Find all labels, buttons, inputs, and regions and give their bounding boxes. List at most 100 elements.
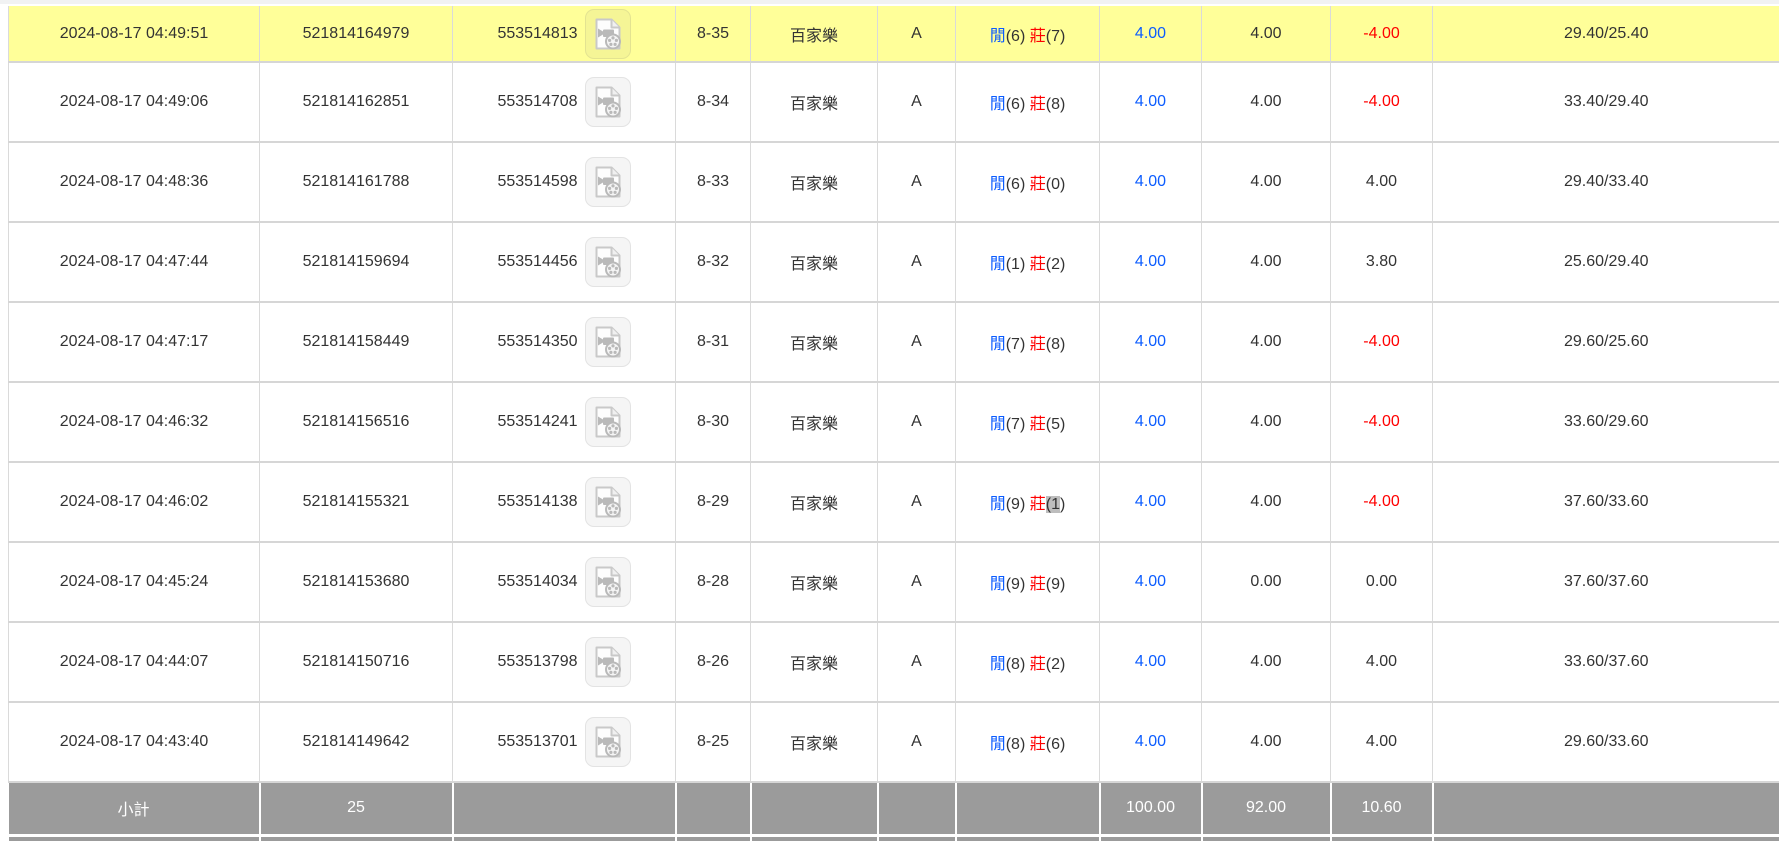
table-no-cell: 8-32 (676, 222, 751, 302)
game-type-cell: 百家樂 (751, 702, 878, 782)
bet-id-cell: 521814156516 (260, 382, 453, 462)
result-cell: A (878, 702, 956, 782)
bet-amount-link[interactable]: 4.00 (1135, 733, 1166, 750)
next-total-row-sliver (9, 835, 1779, 841)
valid-bet-cell: 4.00 (1202, 302, 1331, 382)
win-loss-cell: -4.00 (1331, 382, 1433, 462)
game-id-value: 553514034 (497, 573, 577, 591)
bet-time-cell: 2024-08-17 04:49:06 (9, 62, 260, 142)
subtotal-row: 小計 25 100.00 92.00 10.60 (9, 782, 1779, 835)
video-file-icon (593, 17, 623, 51)
game-id-value: 553514138 (497, 493, 577, 511)
subtotal-empty-cell (1433, 782, 1779, 835)
outcome-cell: 閒(8) 莊(2) (956, 622, 1100, 702)
banker-label: 莊 (1030, 176, 1046, 193)
video-replay-button[interactable] (585, 317, 631, 367)
result-cell: A (878, 542, 956, 622)
win-loss-cell: -4.00 (1331, 62, 1433, 142)
game-id-value: 553513701 (497, 733, 577, 751)
table-row[interactable]: 2024-08-17 04:46:02 521814155321 5535141… (9, 462, 1779, 542)
video-replay-button[interactable] (585, 637, 631, 687)
player-label: 閒 (990, 736, 1006, 753)
bet-amount-link[interactable]: 4.00 (1135, 573, 1166, 590)
win-loss-value: -4.00 (1363, 413, 1399, 430)
outcome-cell: 閒(8) 莊(6) (956, 702, 1100, 782)
win-loss-cell: -4.00 (1331, 6, 1433, 62)
game-id-value: 553514241 (497, 413, 577, 431)
valid-bet-cell: 4.00 (1202, 62, 1331, 142)
table-row[interactable]: 2024-08-17 04:43:40 521814149642 5535137… (9, 702, 1779, 782)
game-type-cell: 百家樂 (751, 62, 878, 142)
subtotal-empty-cell (751, 782, 878, 835)
bet-amount-link[interactable]: 4.00 (1135, 653, 1166, 670)
selected-text: (1 (1046, 496, 1060, 513)
table-no-cell: 8-29 (676, 462, 751, 542)
result-cell: A (878, 6, 956, 62)
video-replay-button[interactable] (585, 237, 631, 287)
valid-bet-cell: 4.00 (1202, 622, 1331, 702)
table-no-cell: 8-26 (676, 622, 751, 702)
bet-amount-link[interactable]: 4.00 (1135, 333, 1166, 350)
bet-time-cell: 2024-08-17 04:47:44 (9, 222, 260, 302)
player-label: 閒 (990, 28, 1006, 45)
video-replay-button[interactable] (585, 77, 631, 127)
balance-cell: 37.60/33.60 (1433, 462, 1779, 542)
table-no-cell: 8-35 (676, 6, 751, 62)
table-row[interactable]: 2024-08-17 04:45:24 521814153680 5535140… (9, 542, 1779, 622)
player-label: 閒 (990, 176, 1006, 193)
bet-amount-cell: 4.00 (1100, 142, 1202, 222)
game-id-value: 553514350 (497, 333, 577, 351)
records-tbody: 2024-08-17 04:49:51 521814164979 5535148… (9, 6, 1779, 782)
table-row[interactable]: 2024-08-17 04:48:36 521814161788 5535145… (9, 142, 1779, 222)
subtotal-label: 小計 (9, 782, 260, 835)
win-loss-value: 4.00 (1366, 653, 1397, 670)
game-type-cell: 百家樂 (751, 382, 878, 462)
subtotal-empty-cell (878, 782, 956, 835)
subtotal-winloss-total: 10.60 (1331, 782, 1433, 835)
game-id-cell: 553514708 (453, 62, 676, 142)
bet-amount-link[interactable]: 4.00 (1135, 493, 1166, 510)
game-id-value: 553514813 (497, 25, 577, 43)
video-replay-button[interactable] (585, 9, 631, 59)
win-loss-cell: 3.80 (1331, 222, 1433, 302)
game-id-cell: 553513701 (453, 702, 676, 782)
win-loss-value: 0.00 (1366, 573, 1397, 590)
table-no-cell: 8-33 (676, 142, 751, 222)
game-type-cell: 百家樂 (751, 142, 878, 222)
bet-amount-link[interactable]: 4.00 (1135, 253, 1166, 270)
video-replay-button[interactable] (585, 557, 631, 607)
result-cell: A (878, 222, 956, 302)
balance-cell: 29.60/33.60 (1433, 702, 1779, 782)
video-file-icon (593, 645, 623, 679)
game-id-value: 553514708 (497, 93, 577, 111)
table-row[interactable]: 2024-08-17 04:47:17 521814158449 5535143… (9, 302, 1779, 382)
table-row[interactable]: 2024-08-17 04:49:51 521814164979 5535148… (9, 6, 1779, 62)
banker-label: 莊 (1030, 656, 1046, 673)
bet-time-cell: 2024-08-17 04:47:17 (9, 302, 260, 382)
bet-amount-link[interactable]: 4.00 (1135, 25, 1166, 42)
win-loss-value: -4.00 (1363, 93, 1399, 110)
video-replay-button[interactable] (585, 477, 631, 527)
result-cell: A (878, 62, 956, 142)
table-row[interactable]: 2024-08-17 04:46:32 521814156516 5535142… (9, 382, 1779, 462)
game-type-cell: 百家樂 (751, 302, 878, 382)
bet-amount-link[interactable]: 4.00 (1135, 93, 1166, 110)
game-id-cell: 553514034 (453, 542, 676, 622)
bet-id-cell: 521814161788 (260, 142, 453, 222)
table-row[interactable]: 2024-08-17 04:44:07 521814150716 5535137… (9, 622, 1779, 702)
game-id-cell: 553514350 (453, 302, 676, 382)
table-row[interactable]: 2024-08-17 04:49:06 521814162851 5535147… (9, 62, 1779, 142)
bet-id-cell: 521814158449 (260, 302, 453, 382)
table-row[interactable]: 2024-08-17 04:47:44 521814159694 5535144… (9, 222, 1779, 302)
bet-amount-cell: 4.00 (1100, 462, 1202, 542)
bet-amount-link[interactable]: 4.00 (1135, 413, 1166, 430)
result-cell: A (878, 382, 956, 462)
video-replay-button[interactable] (585, 397, 631, 447)
video-replay-button[interactable] (585, 157, 631, 207)
outcome-cell: 閒(9) 莊(1) (956, 462, 1100, 542)
video-file-icon (593, 485, 623, 519)
bet-amount-link[interactable]: 4.00 (1135, 173, 1166, 190)
subtotal-valid-total: 92.00 (1202, 782, 1331, 835)
video-replay-button[interactable] (585, 717, 631, 767)
player-label: 閒 (990, 256, 1006, 273)
